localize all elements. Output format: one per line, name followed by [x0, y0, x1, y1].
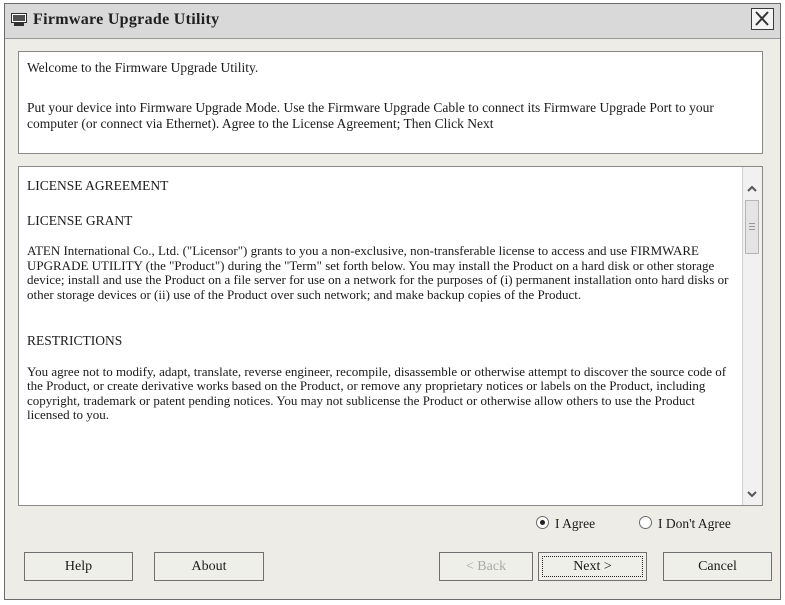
- instructions-text: Put your device into Firmware Upgrade Mo…: [27, 100, 714, 131]
- about-button[interactable]: About: [154, 552, 264, 581]
- next-button[interactable]: Next >: [538, 552, 647, 581]
- restrictions-heading: RESTRICTIONS: [27, 333, 123, 348]
- agree-radio-dot[interactable]: [536, 516, 549, 529]
- agree-label: I Agree: [555, 516, 596, 531]
- cancel-button[interactable]: Cancel: [663, 552, 772, 581]
- agree-radio[interactable]: I Agree: [536, 516, 595, 532]
- title-bar: Firmware Upgrade Utility: [5, 4, 780, 39]
- window-title: Firmware Upgrade Utility: [33, 11, 220, 28]
- close-button[interactable]: [751, 8, 774, 30]
- vertical-scrollbar[interactable]: [742, 167, 762, 505]
- scrollbar-thumb[interactable]: [745, 200, 759, 254]
- welcome-text: Welcome to the Firmware Upgrade Utility.: [27, 60, 259, 75]
- close-icon: [755, 11, 769, 26]
- instructions-panel: Welcome to the Firmware Upgrade Utility.…: [18, 51, 763, 154]
- license-text-area: LICENSE AGREEMENT LICENSE GRANT ATEN Int…: [19, 167, 742, 505]
- help-button[interactable]: Help: [24, 552, 133, 581]
- scroll-down-arrow-icon[interactable]: [744, 486, 760, 502]
- disagree-radio[interactable]: I Don't Agree: [639, 516, 731, 532]
- back-button[interactable]: < Back: [439, 552, 533, 581]
- firmware-upgrade-window: Firmware Upgrade Utility Welcome to the …: [4, 3, 781, 600]
- disagree-radio-dot[interactable]: [639, 516, 652, 529]
- restrictions-text: You agree not to modify, adapt, translat…: [27, 363, 727, 422]
- app-icon: [11, 13, 27, 26]
- scroll-up-arrow-icon[interactable]: [744, 181, 760, 197]
- grant-heading: LICENSE GRANT: [27, 212, 133, 228]
- disagree-label: I Don't Agree: [658, 516, 731, 531]
- license-heading: LICENSE AGREEMENT: [27, 178, 169, 193]
- grant-text: ATEN International Co., Ltd. ("Licensor"…: [27, 243, 729, 302]
- focus-outline: [542, 556, 643, 577]
- license-agreement-box[interactable]: LICENSE AGREEMENT LICENSE GRANT ATEN Int…: [18, 166, 763, 506]
